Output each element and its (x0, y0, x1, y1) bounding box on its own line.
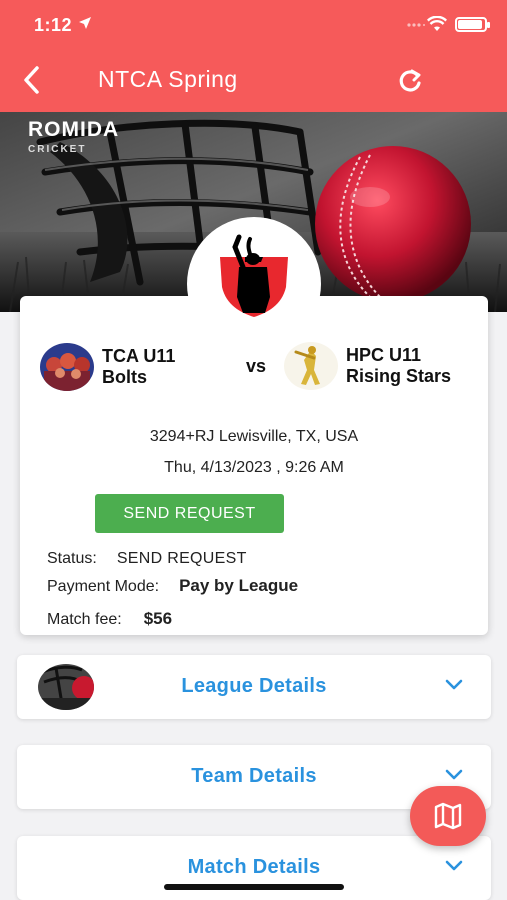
match-fee-value: $56 (143, 609, 173, 628)
payment-mode-label: Payment Mode: (47, 578, 160, 595)
team-details-label: Team Details (191, 765, 317, 787)
wifi-icon (427, 16, 447, 31)
map-fab-button[interactable] (410, 786, 486, 846)
page-title: NTCA Spring (98, 66, 238, 92)
app-header: 1:12 NTCA Spring (0, 0, 507, 112)
home-indicator[interactable] (164, 884, 344, 890)
match-fee-label: Match fee: (47, 611, 122, 628)
match-datetime: Thu, 4/13/2023 , 9:26 AM (164, 459, 344, 476)
map-icon (434, 802, 462, 830)
brand-subtitle: CRICKET (28, 144, 87, 155)
team-a-name: TCA U11 Bolts (102, 346, 175, 388)
vs-label: vs (246, 356, 267, 376)
chevron-down-icon[interactable] (445, 769, 463, 781)
team-b-name-line2: Rising Stars (346, 366, 452, 386)
status-bar: 1:12 (0, 0, 507, 50)
status-row: Status: SEND REQUEST (47, 550, 247, 568)
venue-address: 3294+RJ Lewisville, TX, USA (149, 428, 359, 445)
status-label: Status: (47, 550, 97, 567)
team-a[interactable]: TCA U11 Bolts (40, 343, 175, 391)
team-b-name: HPC U11 Rising Stars (346, 345, 451, 387)
umpire-avatar (187, 217, 321, 351)
match-details-label: Match Details (187, 856, 321, 878)
chevron-down-icon[interactable] (445, 679, 463, 691)
match-fee-row: Match fee: $56 (47, 609, 172, 629)
team-b-name-line1: HPC U11 (346, 345, 422, 365)
battery-icon (455, 17, 490, 32)
team-a-name-line1: TCA U11 (102, 346, 176, 366)
league-details-section[interactable]: League Details (17, 655, 491, 719)
location-arrow-icon (79, 17, 91, 29)
status-value: SEND REQUEST (116, 550, 247, 567)
team-a-logo (40, 343, 94, 391)
refresh-icon[interactable] (395, 66, 425, 96)
app-screen: 1:12 NTCA Spring ROMIDA CRICKET TCA U11 … (0, 0, 507, 900)
payment-mode-value: Pay by League (179, 576, 299, 595)
send-request-button[interactable]: SEND REQUEST (95, 494, 284, 533)
league-details-label: League Details (181, 675, 327, 697)
team-a-name-line2: Bolts (102, 367, 147, 387)
back-chevron-icon[interactable] (18, 62, 48, 98)
chevron-down-icon[interactable] (445, 860, 463, 872)
payment-mode-row: Payment Mode: Pay by League (47, 576, 298, 596)
signal-icon (407, 23, 425, 27)
status-time: 1:12 (34, 15, 73, 35)
brand-logo: ROMIDA (28, 118, 120, 141)
match-details-section[interactable]: Match Details (17, 836, 491, 900)
